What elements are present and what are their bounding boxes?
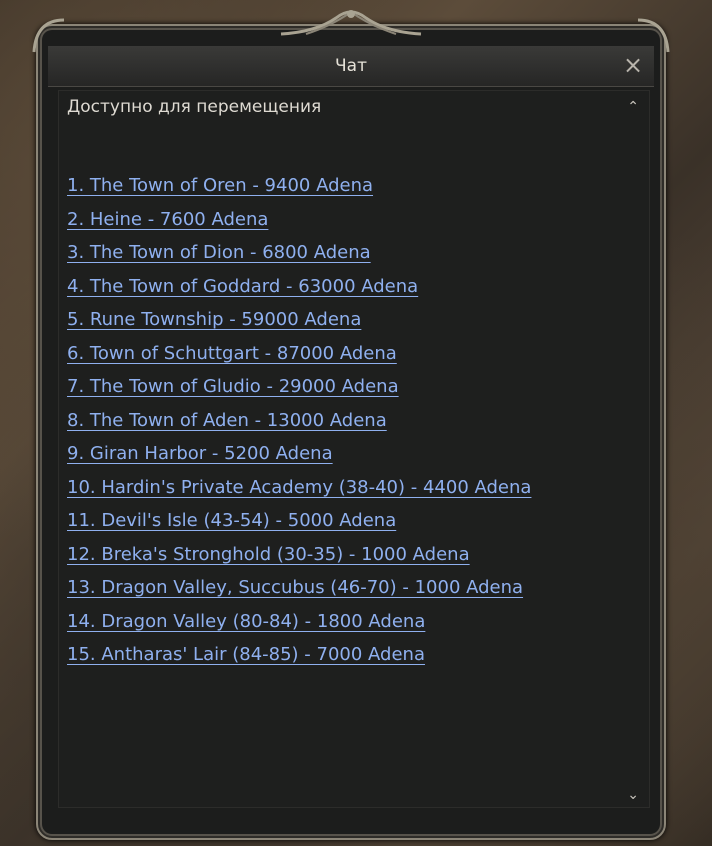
teleport-link[interactable]: 9. Giran Harbor - 5200 Adena <box>67 441 619 467</box>
window-title: Чат <box>335 56 367 76</box>
teleport-link[interactable]: 4. The Town of Goddard - 63000 Adena <box>67 274 619 300</box>
teleport-link[interactable]: 11. Devil's Isle (43-54) - 5000 Adena <box>67 508 619 534</box>
teleport-link[interactable]: 5. Rune Township - 59000 Adena <box>67 307 619 333</box>
teleport-link[interactable]: 1. The Town of Oren - 9400 Adena <box>67 173 619 199</box>
teleport-link[interactable]: 12. Breka's Stronghold (30-35) - 1000 Ad… <box>67 542 619 568</box>
teleport-link[interactable]: 3. The Town of Dion - 6800 Adena <box>67 240 619 266</box>
teleport-link[interactable]: 14. Dragon Valley (80-84) - 1800 Adena <box>67 609 619 635</box>
dialog-content: Доступно для перемещения ⌃ 1. The Town o… <box>58 90 650 808</box>
scroll-down-icon[interactable]: ⌄ <box>627 787 639 803</box>
teleport-heading: Доступно для перемещения <box>67 97 322 117</box>
close-button[interactable]: × <box>620 52 646 78</box>
teleport-link[interactable]: 15. Antharas' Lair (84-85) - 7000 Adena <box>67 642 619 668</box>
teleport-link[interactable]: 13. Dragon Valley, Succubus (46-70) - 10… <box>67 575 619 601</box>
teleport-link[interactable]: 7. The Town of Gludio - 29000 Adena <box>67 374 619 400</box>
chat-window: Чат × Доступно для перемещения ⌃ 1. The … <box>32 10 670 840</box>
frame-ornament <box>280 10 422 36</box>
teleport-link[interactable]: 8. The Town of Aden - 13000 Adena <box>67 408 619 434</box>
teleport-list: 1. The Town of Oren - 9400 Adena 2. Heine… <box>67 173 619 676</box>
teleport-link[interactable]: 2. Heine - 7600 Adena <box>67 207 619 233</box>
teleport-link[interactable]: 6. Town of Schuttgart - 87000 Adena <box>67 341 619 367</box>
title-bar[interactable]: Чат × <box>48 46 654 87</box>
scroll-up-icon[interactable]: ⌃ <box>627 99 639 115</box>
teleport-link[interactable]: 10. Hardin's Private Academy (38-40) - 4… <box>67 475 619 501</box>
